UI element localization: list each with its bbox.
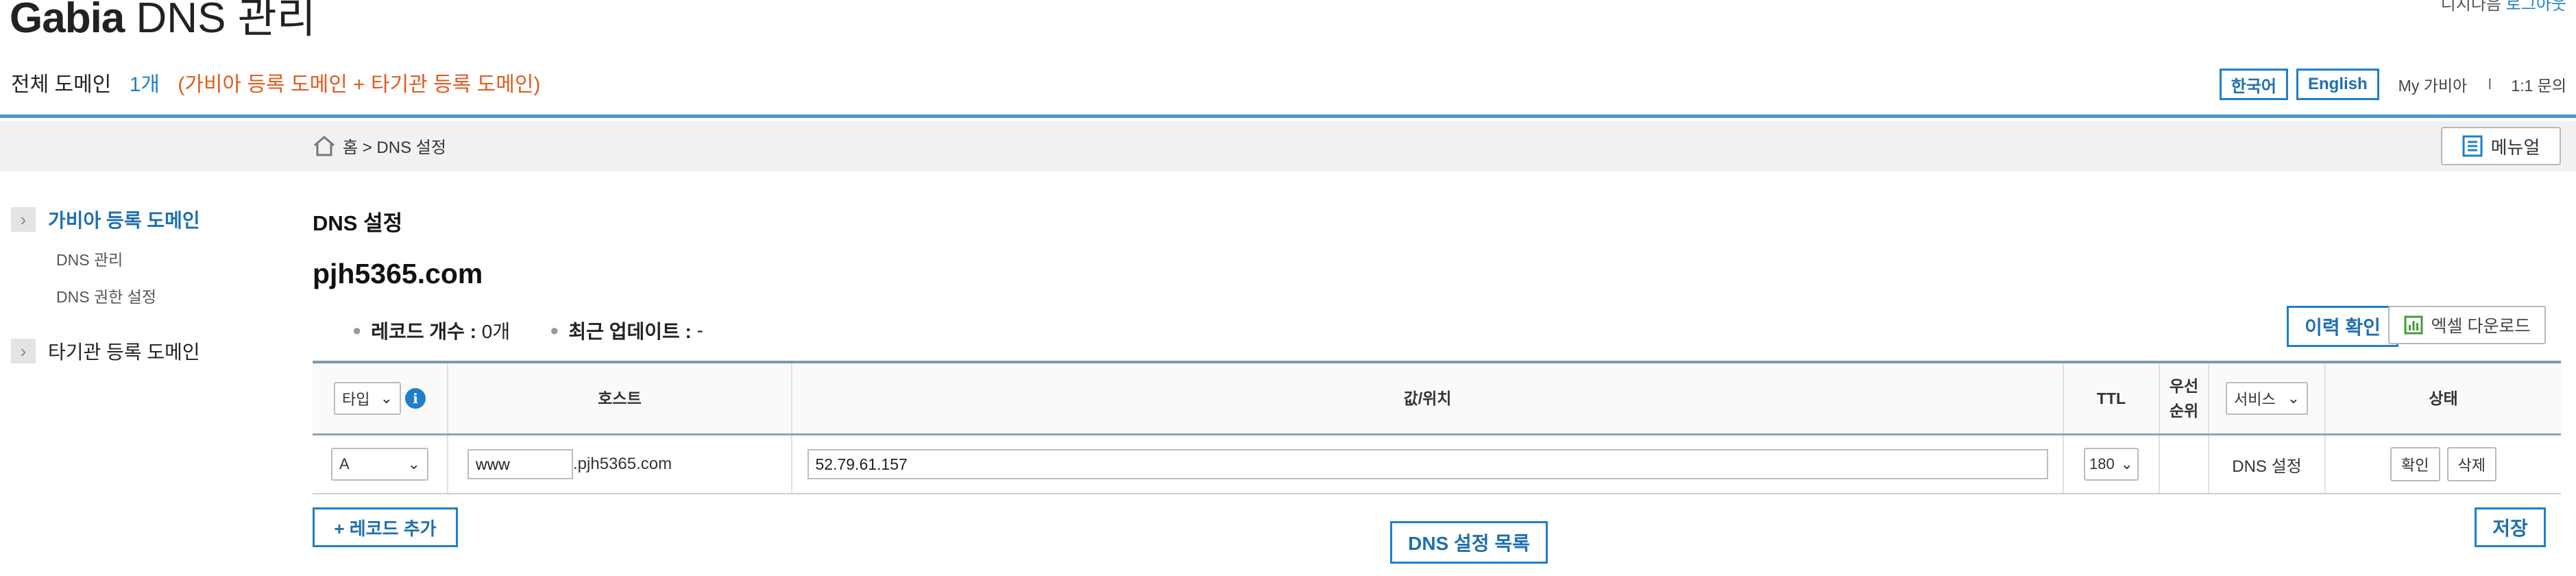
last-update-label: 최근 업데이트 : [568, 321, 692, 342]
record-count: ● 레코드 개수 : 0개 [352, 317, 510, 344]
status-cell: 확인 삭제 [2326, 435, 2561, 493]
sidebar-item-other-domains[interactable]: › 타기관 등록 도메인 [11, 337, 285, 365]
summary-note: (가비아 등록 도메인 + 타기관 등록 도메인) [178, 73, 541, 96]
excel-download-label: 엑셀 다운로드 [2431, 317, 2531, 336]
sidebar-item-label: 가비아 등록 도메인 [48, 210, 200, 231]
host-suffix: .pjh5365.com [573, 455, 672, 473]
history-button[interactable]: 이력 확인 [2287, 306, 2398, 347]
sidebar: › 가비아 등록 도메인 DNS 관리 DNS 권한 설정 › 타기관 등록 도… [11, 206, 285, 365]
service-cell: DNS 설정 [2209, 435, 2326, 493]
domain-name: pjh5365.com [313, 258, 483, 289]
logo-title: DNS 관리 [136, 0, 316, 42]
ttl-value: 180 [2089, 455, 2115, 472]
record-type-value: A [339, 455, 350, 472]
lang-english-button[interactable]: English [2296, 69, 2379, 100]
main-content: DNS 설정 pjh5365.com ● 레코드 개수 : 0개 ● 최근 업데… [313, 206, 2561, 564]
chevron-down-icon: ⌄ [407, 455, 420, 472]
sidebar-item-label: 타기관 등록 도메인 [48, 341, 200, 363]
priority-header-line2: 순위 [2169, 402, 2199, 420]
my-gabia-link[interactable]: My 가비아 [2398, 73, 2468, 96]
host-cell: www .pjh5365.com [448, 435, 792, 493]
app-logo[interactable]: Gabia DNS 관리 [10, 0, 316, 43]
service-filter-select[interactable]: 서비스 ⌄ [2226, 382, 2308, 415]
host-input[interactable]: www [467, 449, 573, 479]
record-meta: ● 레코드 개수 : 0개 ● 최근 업데이트 : - [352, 317, 743, 344]
summary-count: 1개 [129, 73, 160, 96]
breadcrumb-text: 홈 > DNS 설정 [343, 139, 446, 157]
last-update: ● 최근 업데이트 : - [550, 317, 703, 344]
type-header: 타입 ⌄ i [313, 363, 448, 433]
chevron-down-icon: ⌄ [380, 389, 393, 407]
logout-link[interactable]: 로그아웃 [2506, 0, 2566, 14]
last-update-value: - [696, 320, 703, 341]
type-filter-value: 타입 [342, 391, 370, 408]
priority-cell [2160, 435, 2209, 493]
table-header-row: 타입 ⌄ i 호스트 값/위치 TTL 우선 순위 서비스 ⌄ 상태 [313, 363, 2561, 435]
utility-nav: 한국어 English My 가비아 I 1:1 문의 [2211, 69, 2566, 100]
record-type-select[interactable]: A ⌄ [331, 448, 428, 481]
info-icon[interactable]: i [405, 388, 426, 409]
type-cell: A ⌄ [313, 435, 448, 493]
ttl-cell: 180 ⌄ [2064, 435, 2160, 493]
manual-icon [2462, 135, 2483, 157]
chevron-down-icon: ⌄ [2120, 455, 2133, 472]
ttl-select[interactable]: 180 ⌄ [2084, 448, 2139, 481]
section-title: DNS 설정 [313, 211, 403, 235]
bullet-icon: ● [550, 322, 559, 339]
value-header: 값/위치 [792, 363, 2064, 433]
sidebar-item-gabia-domains[interactable]: › 가비아 등록 도메인 [11, 206, 285, 233]
domain-summary: 전체 도메인 1개 (가비아 등록 도메인 + 타기관 등록 도메인) [11, 67, 540, 97]
service-filter-value: 서비스 [2234, 391, 2276, 408]
chevron-right-icon: › [11, 207, 36, 232]
ttl-header: TTL [2064, 363, 2160, 433]
delete-button[interactable]: 삭제 [2446, 447, 2496, 481]
sidebar-subitem-dns-permission[interactable]: DNS 권한 설정 [56, 284, 285, 307]
manual-button[interactable]: 메뉴얼 [2441, 127, 2561, 165]
manual-label: 메뉴얼 [2490, 136, 2540, 158]
lang-korean-button[interactable]: 한국어 [2219, 69, 2288, 100]
sidebar-subitem-dns-manage[interactable]: DNS 관리 [56, 247, 285, 270]
home-icon[interactable] [313, 135, 336, 157]
value-cell: 52.79.61.157 [792, 435, 2064, 493]
inquiry-link[interactable]: 1:1 문의 [2511, 73, 2566, 96]
dns-record-table: 타입 ⌄ i 호스트 값/위치 TTL 우선 순위 서비스 ⌄ 상태 A ⌄ w… [313, 361, 2561, 494]
host-header: 호스트 [448, 363, 792, 433]
account-links: 디지다음 로그아웃 [2441, 0, 2566, 14]
breadcrumb: 홈 > DNS 설정 [313, 134, 446, 158]
priority-header-line1: 우선 [2169, 377, 2199, 395]
confirm-button[interactable]: 확인 [2390, 447, 2440, 481]
chevron-down-icon: ⌄ [2287, 389, 2300, 407]
excel-download-button[interactable]: 엑셀 다운로드 [2388, 306, 2546, 344]
priority-header: 우선 순위 [2160, 363, 2209, 433]
value-input[interactable]: 52.79.61.157 [807, 449, 2048, 479]
summary-label: 전체 도메인 [11, 73, 112, 96]
record-count-label: 레코드 개수 : [371, 321, 476, 342]
dns-list-button[interactable]: DNS 설정 목록 [1390, 521, 1548, 564]
chevron-right-icon: › [11, 339, 36, 363]
account-name: 디지다음 [2440, 0, 2501, 14]
type-filter-select[interactable]: 타입 ⌄ [334, 382, 401, 415]
service-header: 서비스 ⌄ [2209, 363, 2326, 433]
table-row: A ⌄ www .pjh5365.com 52.79.61.157 180 ⌄ … [313, 435, 2561, 494]
save-button[interactable]: 저장 [2475, 507, 2546, 547]
excel-icon [2404, 315, 2423, 335]
util-separator: I [2488, 75, 2492, 93]
page-header: Gabia DNS 관리 디지다음 로그아웃 전체 도메인 1개 (가비아 등록… [0, 0, 2576, 118]
record-count-value: 0개 [481, 321, 511, 342]
add-record-button[interactable]: + 레코드 추가 [313, 507, 458, 547]
bullet-icon: ● [352, 322, 362, 339]
status-header: 상태 [2429, 389, 2458, 407]
breadcrumb-bar: 홈 > DNS 설정 메뉴얼 [0, 121, 2576, 171]
logo-brand: Gabia [10, 0, 125, 42]
